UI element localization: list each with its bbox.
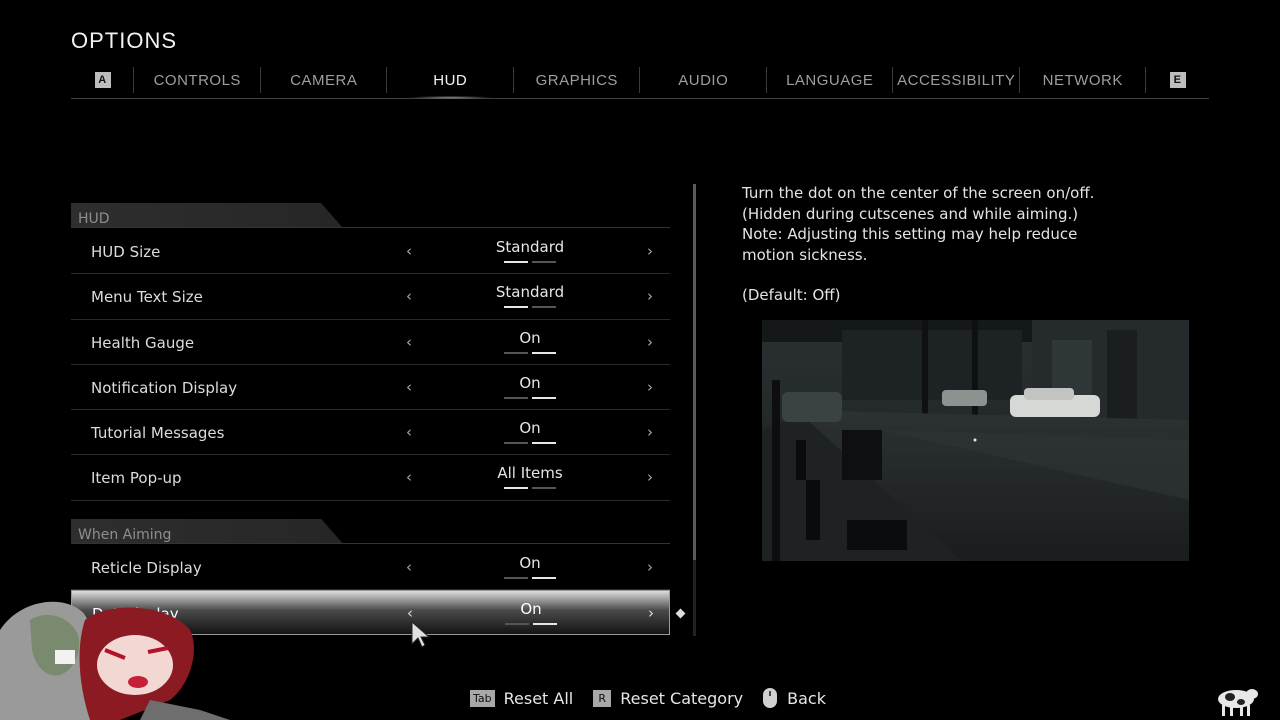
chevron-left-icon[interactable]: ‹: [406, 468, 412, 486]
streamer-avatar: [0, 601, 230, 720]
chevron-right-icon[interactable]: ›: [647, 423, 653, 441]
setting-value: On: [520, 600, 542, 619]
chevron-left-icon[interactable]: ‹: [406, 378, 412, 396]
option-indicator: [504, 351, 556, 355]
chevron-right-icon[interactable]: ›: [647, 468, 653, 486]
setting-label: Health Gauge: [91, 333, 195, 352]
tab-next-key[interactable]: E: [1146, 64, 1209, 96]
cow-logo-icon: [1218, 689, 1258, 716]
mouse-cursor-icon: [411, 620, 430, 648]
setting-label: HUD Size: [91, 243, 161, 261]
description-line: motion sickness.: [742, 245, 868, 264]
description-line: (Hidden during cutscenes and while aimin…: [742, 204, 1079, 223]
setting-value: On: [519, 419, 541, 438]
chevron-right-icon[interactable]: ›: [647, 242, 653, 260]
chevron-left-icon[interactable]: ‹: [406, 287, 412, 305]
footer-prompts: Tab Reset All R Reset Category Back: [470, 688, 846, 708]
tab-audio[interactable]: AUDIO: [640, 64, 767, 96]
scrollbar-thumb[interactable]: [693, 184, 696, 560]
setting-description: Turn the dot on the center of the screen…: [742, 183, 1182, 306]
setting-value: On: [519, 553, 541, 572]
setting-row-reticle-display[interactable]: Reticle Display ‹ On ›: [71, 545, 670, 591]
section-header-hud: HUD: [71, 203, 670, 228]
chevron-right-icon[interactable]: ›: [648, 604, 654, 622]
tab-accessibility[interactable]: ACCESSIBILITY: [893, 64, 1020, 96]
setting-value: Standard: [495, 283, 565, 302]
chevron-right-icon[interactable]: ›: [647, 378, 653, 396]
tab-language[interactable]: LANGUAGE: [767, 64, 893, 96]
chevron-left-icon[interactable]: ‹: [406, 242, 412, 260]
key-e-icon: E: [1169, 72, 1186, 88]
description-line: Turn the dot on the center of the screen…: [742, 184, 1095, 202]
settings-list: HUD HUD Size ‹ Standard › Menu Text Size…: [71, 203, 670, 636]
page-title: OPTIONS: [71, 28, 178, 53]
setting-row-tutorial-messages[interactable]: Tutorial Messages ‹ On ›: [71, 410, 670, 456]
key-a-icon: A: [94, 72, 111, 88]
setting-row-item-popup[interactable]: Item Pop-up ‹ All Items ›: [71, 455, 670, 501]
tab-controls[interactable]: CONTROLS: [134, 64, 261, 96]
reset-category-button[interactable]: R Reset Category: [593, 689, 743, 708]
option-indicator: [505, 623, 557, 626]
scrollbar[interactable]: [693, 184, 696, 636]
mouse-icon: [763, 688, 778, 708]
default-value-text: (Default: Off): [742, 286, 841, 304]
setting-value: All Items: [497, 464, 563, 483]
chevron-right-icon[interactable]: ›: [647, 558, 653, 576]
setting-label: Reticle Display: [91, 558, 202, 577]
chevron-right-icon[interactable]: ›: [647, 287, 653, 305]
option-indicator: [504, 442, 556, 445]
tab-key-icon: Tab: [470, 689, 495, 707]
setting-value: On: [519, 373, 541, 392]
tab-hud[interactable]: HUD: [387, 64, 514, 99]
chevron-right-icon[interactable]: ›: [647, 333, 653, 351]
setting-label: Notification Display: [91, 378, 238, 397]
tab-graphics[interactable]: GRAPHICS: [514, 64, 640, 96]
tab-camera[interactable]: CAMERA: [261, 64, 387, 96]
reset-all-button[interactable]: Tab Reset All: [470, 689, 573, 708]
description-line: Note: Adjusting this setting may help re…: [742, 225, 1078, 243]
back-button[interactable]: Back: [763, 688, 826, 708]
preview-image: [762, 320, 1189, 561]
setting-row-notification-display[interactable]: Notification Display ‹ On ›: [71, 365, 670, 411]
r-key-icon: R: [593, 689, 612, 707]
section-header-when-aiming: When Aiming: [71, 518, 670, 544]
tab-prev-key[interactable]: A: [71, 64, 134, 96]
category-tabs: A CONTROLS CAMERA HUD GRAPHICS AUDIO LAN…: [71, 64, 1209, 99]
setting-row-menu-text-size[interactable]: Menu Text Size ‹ Standard ›: [71, 274, 670, 320]
setting-label: Tutorial Messages: [91, 424, 225, 443]
chevron-left-icon[interactable]: ‹: [406, 333, 412, 351]
chevron-left-icon[interactable]: ‹: [406, 558, 412, 576]
option-indicator: [504, 576, 556, 580]
setting-row-health-gauge[interactable]: Health Gauge ‹ On ›: [71, 320, 670, 365]
selection-marker-icon: [675, 608, 686, 619]
setting-value: Standard: [495, 238, 565, 256]
option-indicator: [504, 396, 556, 400]
chevron-left-icon[interactable]: ‹: [406, 423, 412, 441]
option-indicator: [504, 487, 556, 490]
tab-network[interactable]: NETWORK: [1020, 64, 1146, 96]
setting-label: Menu Text Size: [91, 288, 203, 307]
option-indicator: [504, 306, 556, 309]
setting-row-hud-size[interactable]: HUD Size ‹ Standard ›: [71, 229, 670, 275]
setting-value: On: [519, 328, 541, 347]
setting-label: Item Pop-up: [91, 469, 182, 488]
option-indicator: [504, 261, 556, 264]
